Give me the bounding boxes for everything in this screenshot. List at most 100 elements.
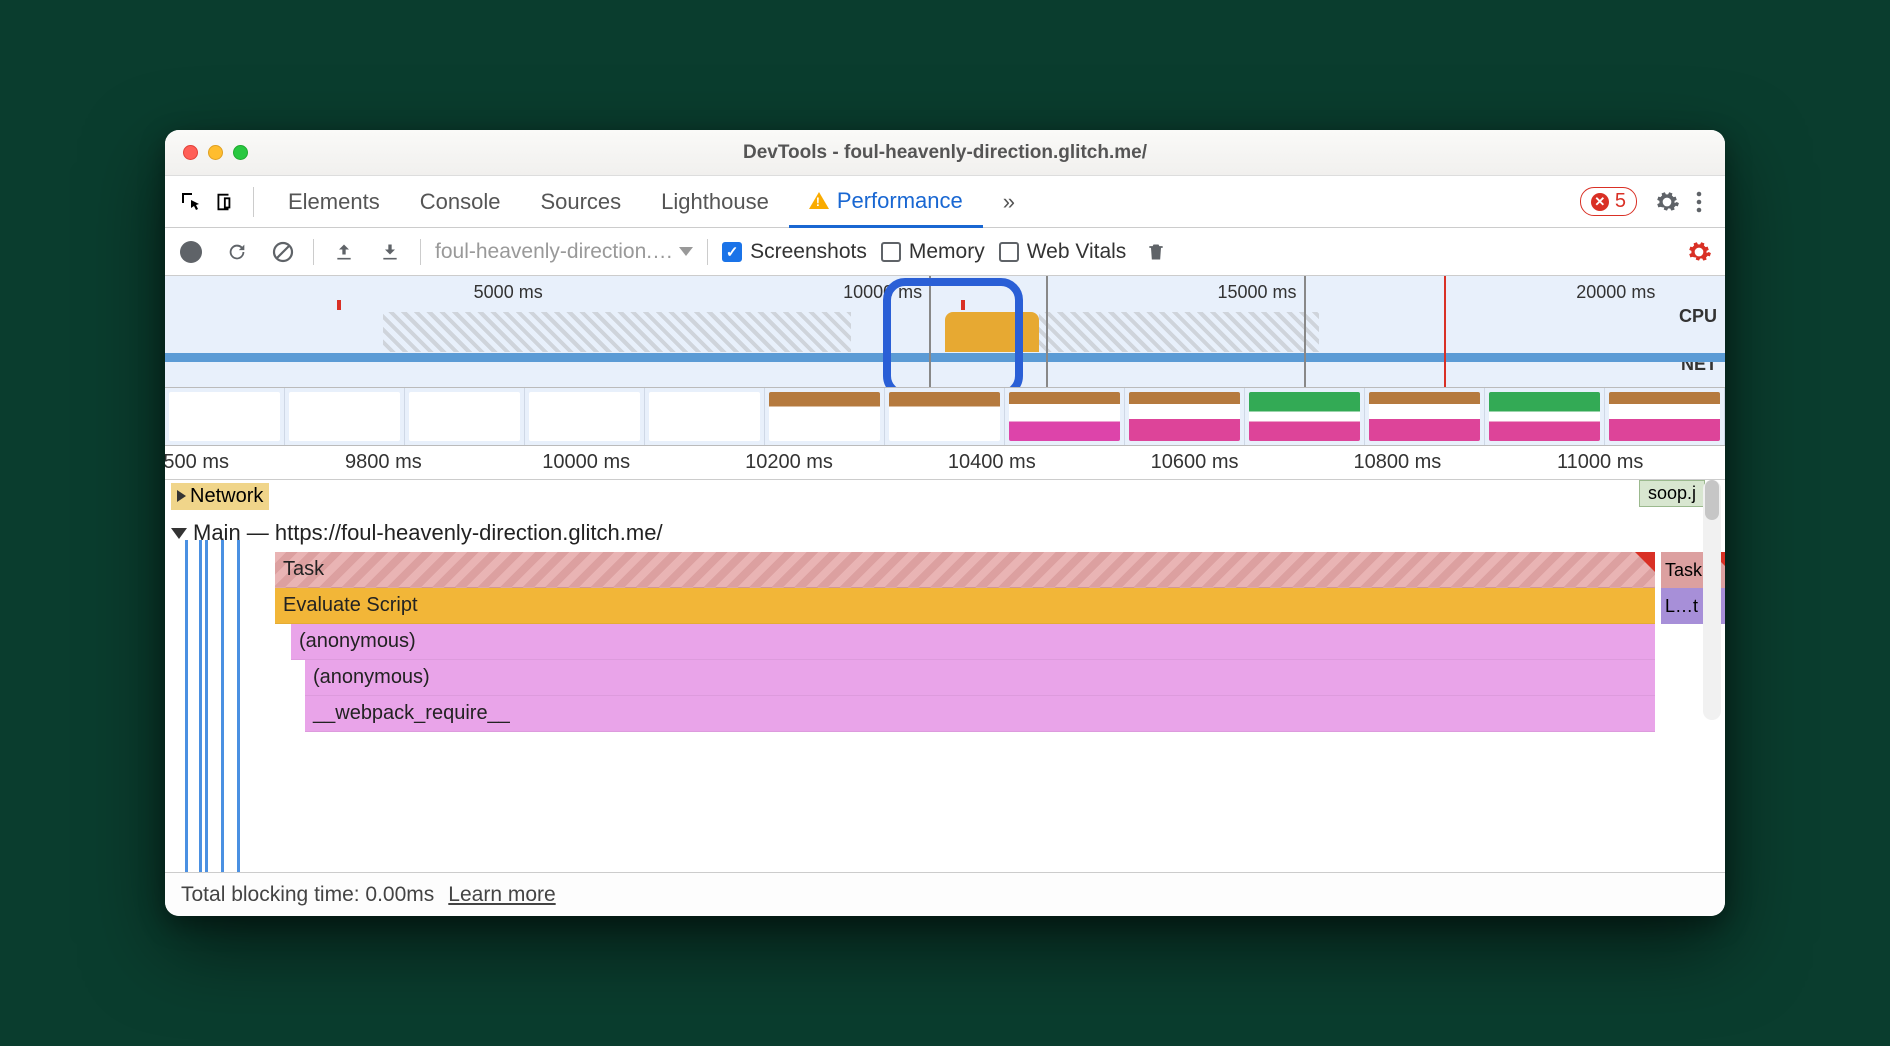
cpu-hatch <box>1039 312 1320 352</box>
error-count: 5 <box>1615 190 1626 213</box>
flame-label: L…t <box>1665 596 1698 617</box>
screenshot-frame[interactable] <box>1245 388 1365 445</box>
save-profile-button[interactable] <box>374 236 406 268</box>
screenshot-frame[interactable] <box>405 388 525 445</box>
checkbox-icon <box>881 242 901 262</box>
link-label: Learn more <box>448 883 555 906</box>
error-count-badge[interactable]: ✕ 5 <box>1580 187 1637 216</box>
flame-label: __webpack_require__ <box>313 702 510 725</box>
screenshot-frame[interactable] <box>1365 388 1485 445</box>
vline <box>1444 276 1446 387</box>
marker <box>961 300 965 310</box>
tab-sources[interactable]: Sources <box>520 176 641 227</box>
screenshot-frame[interactable] <box>765 388 885 445</box>
screenshot-frame[interactable] <box>165 388 285 445</box>
flame-stack: Task Evaluate Script (anonymous) (anonym… <box>275 552 1655 732</box>
tick-label: 9800 ms <box>345 451 422 474</box>
long-task-indicator <box>1635 552 1655 572</box>
statusbar: Total blocking time: 0.00ms Learn more <box>165 872 1725 916</box>
tab-console[interactable]: Console <box>400 176 521 227</box>
memory-checkbox[interactable]: Memory <box>881 240 985 264</box>
checkbox-label: Web Vitals <box>1027 240 1127 264</box>
separator <box>253 187 254 217</box>
clear-button[interactable] <box>267 236 299 268</box>
devtools-tabs: Elements Console Sources Lighthouse Perf… <box>165 176 1725 228</box>
flame-label: Task <box>283 558 324 581</box>
screenshot-frame[interactable] <box>1485 388 1605 445</box>
more-options-icon[interactable] <box>1683 186 1715 218</box>
net-bar <box>165 353 1725 362</box>
chevron-down-icon <box>679 247 693 256</box>
screenshot-frame[interactable] <box>645 388 765 445</box>
delete-profile-button[interactable] <box>1140 236 1172 268</box>
scrollbar-thumb[interactable] <box>1705 480 1719 520</box>
tab-elements[interactable]: Elements <box>268 176 400 227</box>
ruler[interactable]: 500 ms 9800 ms 10000 ms 10200 ms 10400 m… <box>165 446 1725 480</box>
tick-label: 20000 ms <box>1576 282 1655 303</box>
screenshot-frame[interactable] <box>885 388 1005 445</box>
range-handle[interactable] <box>1046 276 1048 387</box>
filmstrip[interactable] <box>165 388 1725 446</box>
track-url: https://foul-heavenly-direction.glitch.m… <box>275 520 663 545</box>
screenshots-checkbox[interactable]: Screenshots <box>722 240 867 264</box>
checkbox-label: Memory <box>909 240 985 264</box>
checkbox-label: Screenshots <box>750 240 867 264</box>
vline <box>1304 276 1306 387</box>
settings-icon[interactable] <box>1651 186 1683 218</box>
flame-label: (anonymous) <box>313 666 430 689</box>
tab-label: Lighthouse <box>661 189 769 215</box>
devtools-window: DevTools - foul-heavenly-direction.glitc… <box>165 130 1725 916</box>
track-label: Network <box>190 485 263 508</box>
checkbox-icon <box>722 242 742 262</box>
capture-settings-icon[interactable] <box>1683 236 1715 268</box>
cpu-label: CPU <box>1679 306 1717 327</box>
tick-label: 10400 ms <box>948 451 1036 474</box>
tick-label: 15000 ms <box>1217 282 1296 303</box>
tick-label: 10000 ms <box>843 282 922 303</box>
inspect-element-icon[interactable] <box>175 186 207 218</box>
tab-label: Console <box>420 189 501 215</box>
flame-task[interactable]: Task <box>275 552 1655 588</box>
flame-webpack-require[interactable]: __webpack_require__ <box>305 696 1655 732</box>
gutter-bars <box>165 520 273 872</box>
webvitals-checkbox[interactable]: Web Vitals <box>999 240 1127 264</box>
screenshot-frame[interactable] <box>285 388 405 445</box>
learn-more-link[interactable]: Learn more <box>448 883 555 907</box>
track-label: Main — <box>193 520 275 545</box>
tabs-overflow[interactable]: » <box>983 176 1035 227</box>
main-track-header[interactable]: Main — https://foul-heavenly-direction.g… <box>165 520 1725 546</box>
cpu-hatch <box>383 312 851 352</box>
tick-label: 11000 ms <box>1557 451 1643 474</box>
dropdown-label: foul-heavenly-direction.… <box>435 240 673 264</box>
network-resource[interactable]: soop.j <box>1639 480 1705 507</box>
total-blocking-time: Total blocking time: 0.00ms <box>181 883 434 907</box>
screenshot-frame[interactable] <box>1005 388 1125 445</box>
window-title: DevTools - foul-heavenly-direction.glitc… <box>165 142 1725 164</box>
screenshot-frame[interactable] <box>1605 388 1725 445</box>
checkbox-icon <box>999 242 1019 262</box>
expand-icon <box>177 490 186 502</box>
profile-dropdown[interactable]: foul-heavenly-direction.… <box>435 240 693 264</box>
load-profile-button[interactable] <box>328 236 360 268</box>
screenshot-frame[interactable] <box>525 388 645 445</box>
more-tabs-icon: » <box>1003 189 1015 215</box>
tab-performance[interactable]: Performance <box>789 177 983 228</box>
flame-evaluate-script[interactable]: Evaluate Script <box>275 588 1655 624</box>
flame-label: Evaluate Script <box>283 594 418 617</box>
tab-label: Sources <box>540 189 621 215</box>
network-track-header[interactable]: Network soop.j <box>165 480 1725 512</box>
tab-lighthouse[interactable]: Lighthouse <box>641 176 789 227</box>
record-button[interactable] <box>175 236 207 268</box>
flame-anonymous[interactable]: (anonymous) <box>291 624 1655 660</box>
timeline-overview[interactable]: 5000 ms 10000 ms 15000 ms 20000 ms CPU N… <box>165 276 1725 388</box>
flamechart-panel[interactable]: Network soop.j Main — https://foul-heave… <box>165 480 1725 872</box>
scrollbar[interactable] <box>1703 480 1721 720</box>
reload-and-record-button[interactable] <box>221 236 253 268</box>
marker <box>337 300 341 310</box>
device-toolbar-icon[interactable] <box>207 186 239 218</box>
flame-anonymous[interactable]: (anonymous) <box>305 660 1655 696</box>
range-handle[interactable] <box>929 276 931 387</box>
tick-label: 5000 ms <box>474 282 543 303</box>
titlebar: DevTools - foul-heavenly-direction.glitc… <box>165 130 1725 176</box>
screenshot-frame[interactable] <box>1125 388 1245 445</box>
